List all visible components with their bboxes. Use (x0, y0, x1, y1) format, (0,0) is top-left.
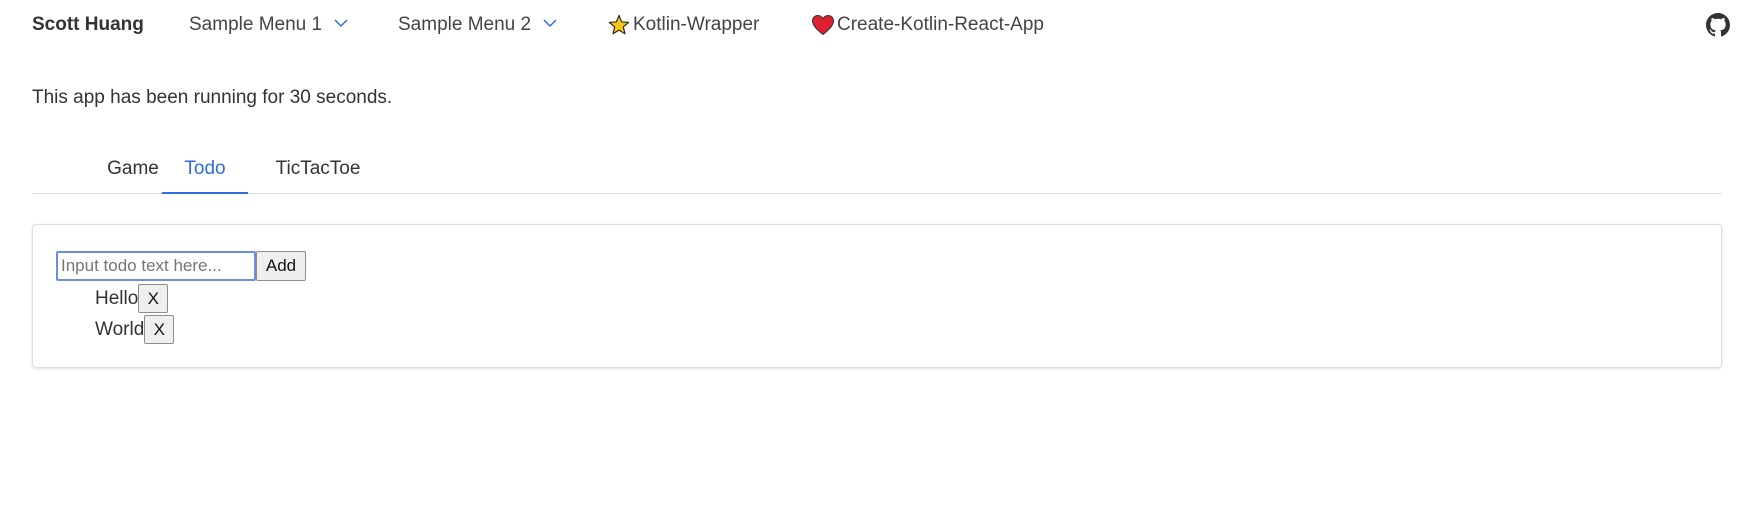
todo-input[interactable] (56, 251, 256, 281)
tab-bar: Game Todo TicTacToe (32, 148, 1722, 194)
todo-item-text: Hello (95, 287, 139, 309)
star-icon (607, 14, 631, 36)
brand-title[interactable]: Scott Huang (32, 14, 144, 36)
remove-todo-button[interactable]: X (138, 284, 169, 313)
chevron-down-icon (334, 12, 348, 34)
create-kotlin-react-app-link[interactable]: Create-Kotlin-React-App (811, 14, 1044, 36)
todo-list: Hello X World X (95, 283, 175, 345)
top-navbar: Scott Huang Sample Menu 1 Sample Menu 2 … (0, 0, 1753, 52)
list-item: World X (95, 314, 175, 345)
create-kotlin-react-app-label: Create-Kotlin-React-App (837, 14, 1044, 35)
remove-todo-button[interactable]: X (144, 315, 175, 344)
heart-icon (811, 14, 835, 36)
sample-menu-2-label: Sample Menu 2 (398, 14, 532, 35)
tab-tictactoe[interactable]: TicTacToe (264, 158, 372, 194)
kotlin-wrapper-link[interactable]: Kotlin-Wrapper (607, 14, 759, 36)
chevron-down-icon (543, 12, 557, 34)
sample-menu-1-dropdown[interactable]: Sample Menu 1 (189, 14, 348, 36)
running-time-text: This app has been running for 30 seconds… (32, 87, 393, 108)
sample-menu-2-dropdown[interactable]: Sample Menu 2 (398, 14, 557, 36)
todo-panel: Add Hello X World X (32, 224, 1722, 368)
kotlin-wrapper-label: Kotlin-Wrapper (633, 14, 760, 35)
sample-menu-1-label: Sample Menu 1 (189, 14, 323, 35)
todo-item-text: World (95, 318, 145, 340)
add-button[interactable]: Add (256, 251, 306, 281)
github-icon[interactable] (1706, 13, 1730, 37)
tab-todo[interactable]: Todo (162, 158, 248, 194)
list-item: Hello X (95, 283, 174, 314)
